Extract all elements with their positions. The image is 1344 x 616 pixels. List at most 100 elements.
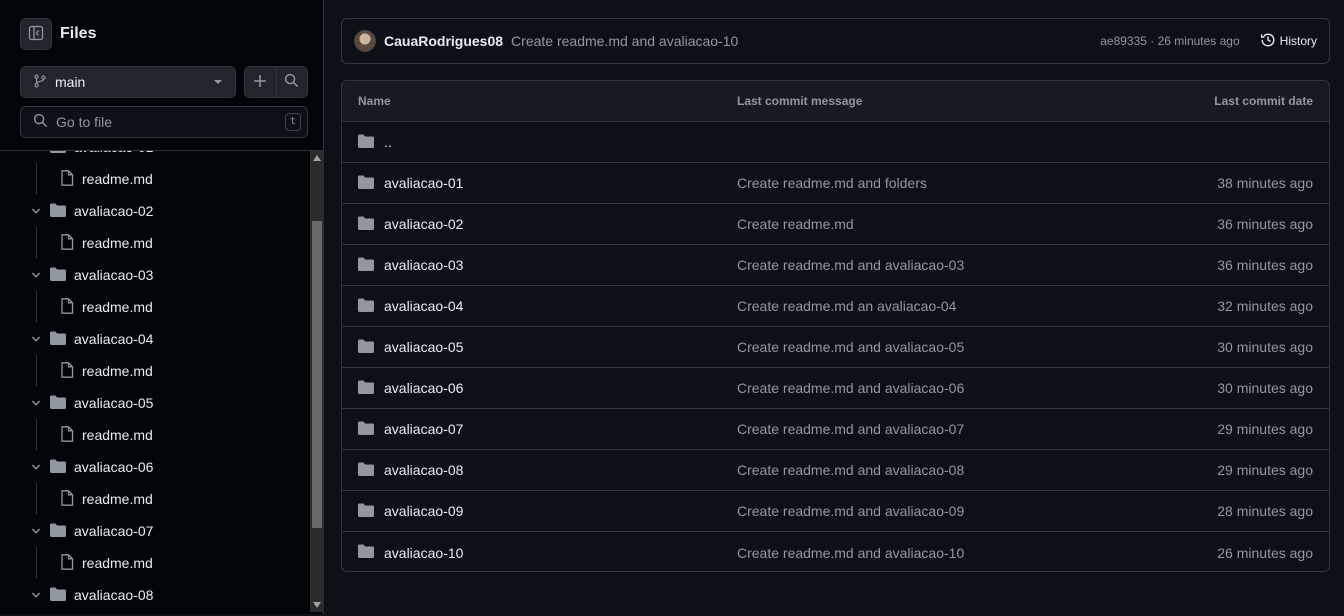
tree-item-folder[interactable]: avaliacao-06	[0, 451, 310, 483]
go-to-file-input[interactable]: Go to file t	[20, 106, 308, 138]
file-icon	[60, 297, 74, 317]
tree-item-file[interactable]: readme.md	[0, 227, 310, 259]
tree-item-file[interactable]: readme.md	[0, 163, 310, 195]
add-file-button[interactable]	[245, 67, 277, 97]
folder-link[interactable]: avaliacao-01	[384, 175, 463, 191]
folder-link[interactable]: avaliacao-02	[384, 216, 463, 232]
table-row[interactable]: avaliacao-05 Create readme.md and avaliac…	[342, 327, 1329, 368]
tree-item-folder[interactable]: avaliacao-01	[0, 151, 310, 163]
folder-link[interactable]: avaliacao-09	[384, 503, 463, 519]
tree-item-label: readme.md	[82, 299, 153, 315]
chevron-down-icon[interactable]	[30, 526, 42, 536]
commit-author[interactable]: CauaRodrigues08	[384, 33, 503, 49]
folder-link[interactable]: avaliacao-03	[384, 257, 463, 273]
chevron-down-icon[interactable]	[30, 151, 42, 152]
tree-item-folder[interactable]: avaliacao-08	[0, 579, 310, 611]
folder-link[interactable]: avaliacao-08	[384, 462, 463, 478]
table-row[interactable]: avaliacao-06 Create readme.md and avaliac…	[342, 368, 1329, 409]
commit-date-cell: 30 minutes ago	[1217, 339, 1313, 355]
folder-icon	[50, 395, 66, 412]
commit-message[interactable]: Create readme.md and avaliacao-10	[511, 33, 1100, 49]
collapse-sidebar-button[interactable]	[20, 18, 52, 50]
history-icon	[1260, 32, 1276, 51]
history-button[interactable]: History	[1256, 32, 1317, 51]
folder-icon	[358, 503, 374, 520]
tree-item-label: readme.md	[82, 171, 153, 187]
tree-item-folder[interactable]: avaliacao-04	[0, 323, 310, 355]
commit-message-cell[interactable]: Create readme.md and avaliacao-08	[737, 462, 1137, 478]
tree-item-file[interactable]: readme.md	[0, 291, 310, 323]
folder-link[interactable]: avaliacao-05	[384, 339, 463, 355]
scroll-up-arrow[interactable]	[313, 155, 321, 161]
chevron-down-icon[interactable]	[30, 270, 42, 280]
commit-date-cell: 26 minutes ago	[1217, 544, 1313, 561]
table-row[interactable]: avaliacao-09 Create readme.md and avaliac…	[342, 491, 1329, 532]
commit-message-cell[interactable]: Create readme.md	[737, 216, 1137, 232]
commit-message-cell[interactable]: Create readme.md and avaliacao-05	[737, 339, 1137, 355]
commit-message-cell[interactable]: Create readme.md and avaliacao-07	[737, 421, 1137, 437]
commit-message-cell[interactable]: Create readme.md and avaliacao-10	[737, 545, 1137, 561]
folder-link[interactable]: avaliacao-07	[384, 421, 463, 437]
tree-item-file[interactable]: readme.md	[0, 547, 310, 579]
file-tree: avaliacao-01 readme.md avaliacao-02 readme.…	[0, 151, 310, 612]
column-header-message: Last commit message	[737, 94, 863, 108]
table-row[interactable]: avaliacao-04 Create readme.md an avaliaca…	[342, 286, 1329, 327]
folder-icon	[358, 462, 374, 479]
folder-icon	[50, 459, 66, 476]
commit-message-cell[interactable]: Create readme.md and avaliacao-03	[737, 257, 1137, 273]
avatar[interactable]	[354, 30, 376, 52]
tree-item-label: readme.md	[82, 427, 153, 443]
file-icon	[60, 361, 74, 381]
commit-date-cell: 28 minutes ago	[1217, 503, 1313, 519]
commit-message-cell[interactable]: Create readme.md and avaliacao-06	[737, 380, 1137, 396]
directory-table: Name Last commit message Last commit dat…	[341, 80, 1330, 572]
folder-link[interactable]: avaliacao-06	[384, 380, 463, 396]
branch-name: main	[55, 74, 86, 90]
chevron-down-icon[interactable]	[30, 206, 42, 216]
chevron-down-icon[interactable]	[30, 590, 42, 600]
folder-link[interactable]: avaliacao-04	[384, 298, 463, 314]
chevron-down-icon[interactable]	[30, 462, 42, 472]
commit-message-cell[interactable]: Create readme.md and avaliacao-09	[737, 503, 1137, 519]
scrollbar-thumb[interactable]	[312, 221, 322, 528]
commit-meta[interactable]: ae89335 · 26 minutes ago	[1100, 34, 1239, 48]
tree-scrollbar[interactable]	[310, 151, 324, 612]
tree-item-file[interactable]: readme.md	[0, 355, 310, 387]
scroll-down-arrow[interactable]	[313, 602, 321, 608]
tree-item-file[interactable]: readme.md	[0, 419, 310, 451]
folder-icon	[50, 587, 66, 604]
branch-selector[interactable]: main	[20, 66, 236, 98]
tree-item-folder[interactable]: avaliacao-07	[0, 515, 310, 547]
folder-icon	[358, 380, 374, 397]
caret-down-icon	[213, 74, 223, 90]
table-row[interactable]: avaliacao-10 Create readme.md and avaliac…	[342, 532, 1329, 571]
tree-item-folder[interactable]: avaliacao-02	[0, 195, 310, 227]
tree-item-label: avaliacao-05	[74, 395, 154, 411]
tree-item-file[interactable]: readme.md	[0, 483, 310, 515]
name-cell: avaliacao-09	[342, 503, 737, 520]
commit-message-cell[interactable]: Create readme.md and folders	[737, 175, 1137, 191]
commit-date-cell: 36 minutes ago	[1217, 257, 1313, 273]
search-code-button[interactable]	[277, 67, 308, 97]
parent-directory-row[interactable]: ..	[342, 122, 1329, 163]
folder-icon	[358, 257, 374, 274]
tree-item-folder[interactable]: avaliacao-03	[0, 259, 310, 291]
table-row[interactable]: avaliacao-08 Create readme.md and avaliac…	[342, 450, 1329, 491]
chevron-down-icon[interactable]	[30, 398, 42, 408]
latest-commit-bar: CauaRodrigues08 Create readme.md and ava…	[341, 18, 1330, 64]
table-row[interactable]: avaliacao-07 Create readme.md and avaliac…	[342, 409, 1329, 450]
name-cell: avaliacao-07	[342, 421, 737, 438]
table-row[interactable]: avaliacao-02 Create readme.md 36 minutes a…	[342, 204, 1329, 245]
commit-message-cell[interactable]: Create readme.md an avaliacao-04	[737, 298, 1137, 314]
folder-icon	[358, 421, 374, 438]
folder-link[interactable]: avaliacao-10	[384, 545, 463, 561]
table-row[interactable]: avaliacao-03 Create readme.md and avaliac…	[342, 245, 1329, 286]
column-header-date: Last commit date	[1214, 94, 1313, 108]
parent-directory-link[interactable]: ..	[384, 134, 392, 150]
chevron-down-icon[interactable]	[30, 334, 42, 344]
table-row[interactable]: avaliacao-01 Create readme.md and folders…	[342, 163, 1329, 204]
commit-date-cell: 29 minutes ago	[1217, 421, 1313, 437]
search-icon	[33, 113, 48, 131]
git-branch-icon	[33, 73, 47, 91]
tree-item-folder[interactable]: avaliacao-05	[0, 387, 310, 419]
